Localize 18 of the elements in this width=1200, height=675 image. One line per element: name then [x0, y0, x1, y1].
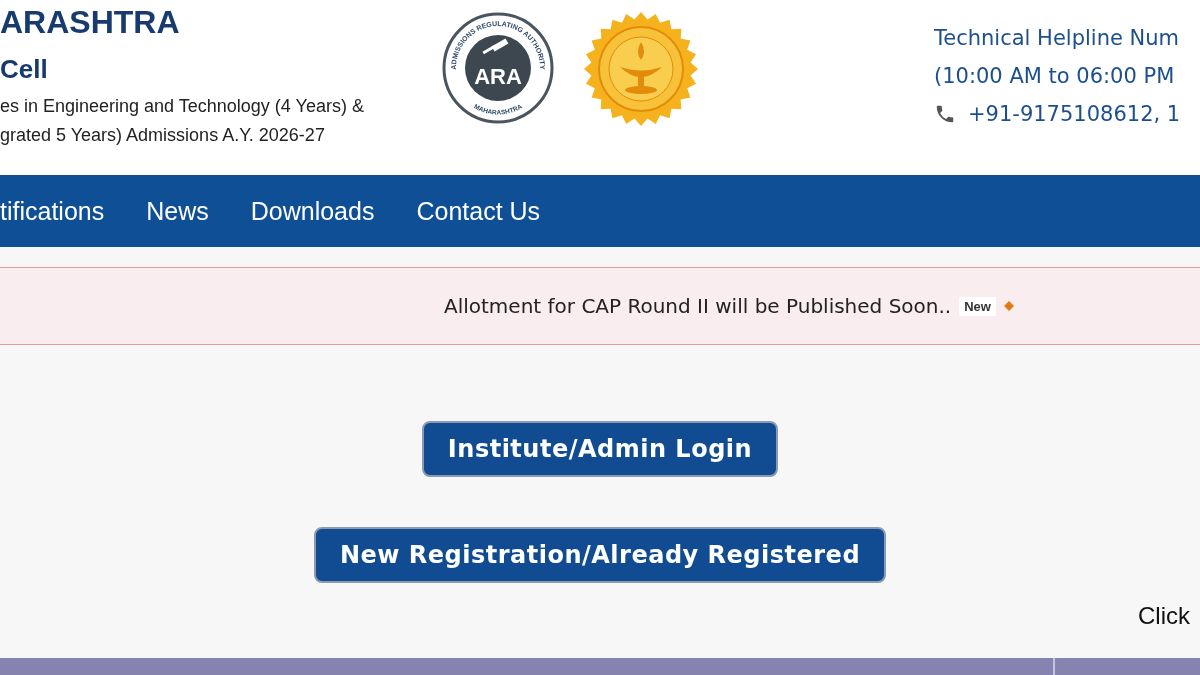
seal-letters: ARA: [474, 64, 522, 89]
helpline-title: Technical Helpline Num: [934, 25, 1181, 52]
nav-link[interactable]: Downloads: [229, 196, 396, 226]
phone-icon: [934, 103, 956, 125]
announcement-text: Allotment for CAP Round II will be Published Soon..: [444, 294, 952, 318]
helpline-phone: +91-9175108612, 1: [968, 101, 1181, 128]
nav-link[interactable]: tifications: [0, 196, 126, 226]
nav-link[interactable]: News: [125, 196, 230, 226]
click-note: Click: [1138, 602, 1190, 630]
new-badge: New: [959, 296, 996, 316]
nav-link[interactable]: Contact Us: [395, 196, 562, 226]
login-button[interactable]: New Registration/Already Registered: [313, 527, 887, 583]
site-title: ARASHTRA: [0, 4, 181, 40]
site-subtitle: Cell: [0, 54, 49, 84]
helpline-hours: (10:00 AM to 06:00 PM: [934, 63, 1176, 90]
diamond-icon: [1003, 301, 1014, 311]
login-button[interactable]: Institute/Admin Login: [421, 421, 779, 477]
site-description: es in Engineering and Technology (4 Years) & grated 5 Years) Admissions A.Y. 2026-27: [0, 95, 365, 147]
